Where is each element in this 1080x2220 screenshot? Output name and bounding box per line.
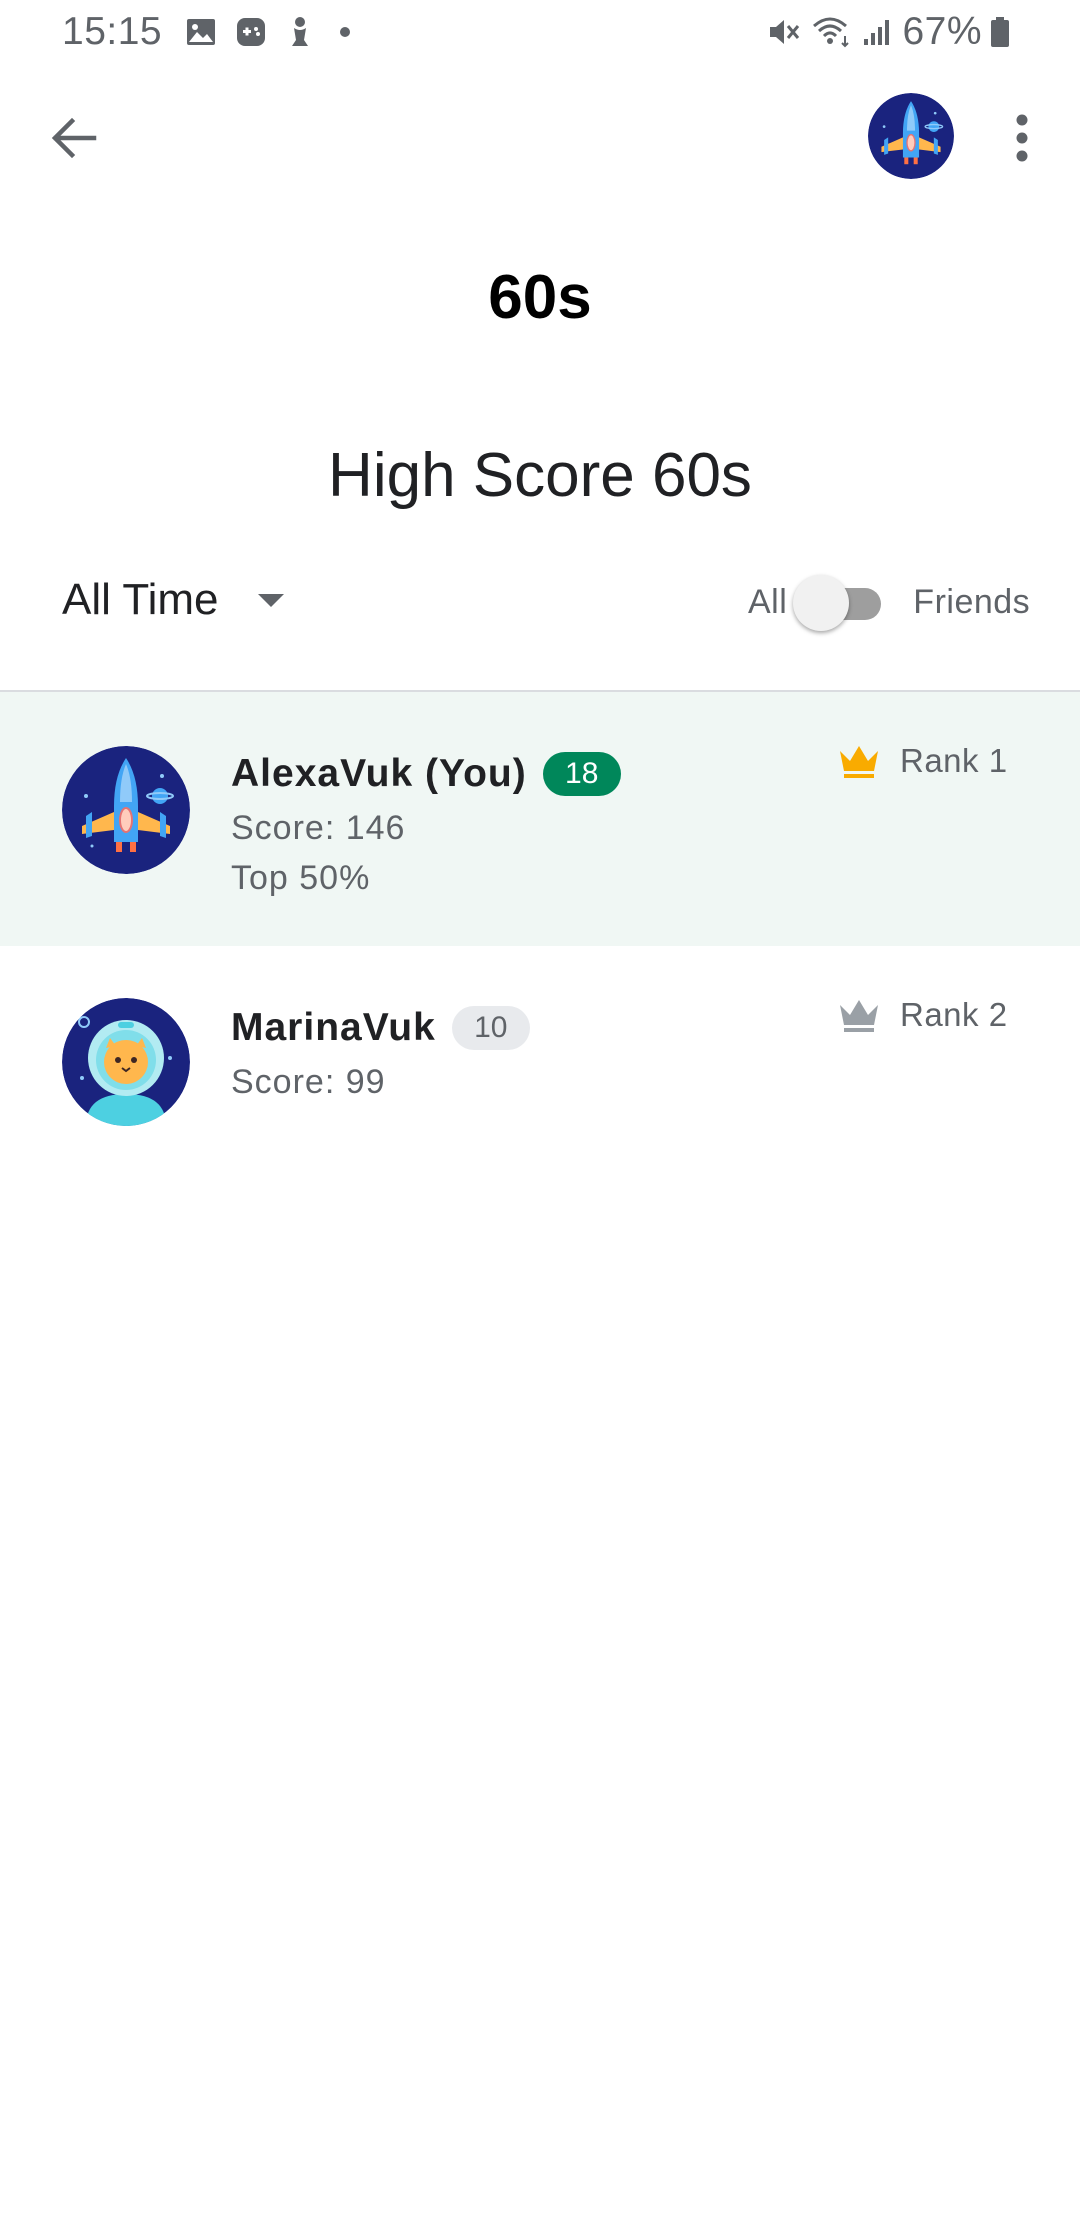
leaderboard-row-current-player[interactable]: AlexaVuk (You) 18 Score: 146 Top 50% Ran…: [0, 692, 1080, 946]
image-icon: [186, 18, 216, 46]
friends-toggle-switch[interactable]: [793, 570, 883, 634]
toggle-thumb: [793, 575, 850, 631]
player-score: Score: 146: [231, 809, 406, 847]
player-percentile: Top 50%: [231, 859, 371, 897]
game-controller-icon: [236, 17, 266, 47]
player-info: AlexaVuk (You) 18 Score: 146 Top 50%: [231, 746, 621, 902]
spaceship-avatar-icon: [62, 746, 190, 874]
time-range-dropdown[interactable]: All Time: [62, 570, 285, 630]
level-badge: 18: [542, 752, 621, 796]
page-title: 60s: [488, 263, 592, 332]
rank-block: Rank 1: [838, 742, 1008, 780]
crown-gold-icon: [840, 746, 878, 778]
time-range-label: All Time: [62, 575, 219, 624]
chess-piece-icon: [286, 16, 314, 48]
astronaut-cat-avatar-icon: [62, 998, 190, 1126]
scope-all-label: All: [748, 582, 788, 621]
status-left: 15:15: [62, 10, 351, 54]
rank-block: Rank 2: [838, 996, 1008, 1034]
overflow-menu-button[interactable]: [992, 108, 1052, 168]
more-vert-icon: [1016, 114, 1028, 162]
dot-icon: [340, 27, 351, 37]
battery-icon: [990, 16, 1010, 48]
scope-friends-label: Friends: [913, 582, 1031, 621]
player-name: AlexaVuk (You): [231, 752, 527, 795]
arrow-back-icon: [51, 117, 97, 159]
name-line: AlexaVuk (You) 18: [231, 746, 621, 802]
profile-avatar[interactable]: [868, 93, 954, 179]
player-name: MarinaVuk: [231, 1006, 436, 1049]
app-bar: [0, 90, 1080, 180]
player-score: Score: 99: [231, 1063, 386, 1101]
signal-icon: [862, 17, 892, 47]
leaderboard-row[interactable]: MarinaVuk 10 Score: 99 Rank 2: [0, 946, 1080, 1146]
back-button[interactable]: [36, 108, 112, 168]
player-info: MarinaVuk 10 Score: 99: [231, 1000, 530, 1106]
leaderboard-title: High Score 60s: [328, 441, 752, 510]
status-right: 67%: [768, 10, 1020, 54]
spaceship-avatar-icon: [868, 93, 954, 179]
name-line: MarinaVuk 10: [231, 1000, 530, 1056]
status-bar: 15:15 67%: [0, 0, 1080, 64]
dropdown-arrow-icon: [258, 593, 285, 607]
scope-toggle: All Friends: [748, 570, 1030, 634]
rank-label: Rank 1: [900, 742, 1008, 779]
app-root: 15:15 67% 60s High Score 60s All Time Al…: [0, 0, 1080, 2220]
level-badge: 10: [451, 1006, 530, 1050]
status-time: 15:15: [62, 10, 163, 53]
mute-icon: [768, 16, 802, 48]
player-avatar: [62, 998, 190, 1126]
battery-percent: 67%: [902, 10, 982, 53]
rank-label: Rank 2: [900, 996, 1008, 1033]
crown-silver-icon: [840, 1000, 878, 1032]
wifi-icon: [812, 16, 852, 48]
player-avatar: [62, 746, 190, 874]
